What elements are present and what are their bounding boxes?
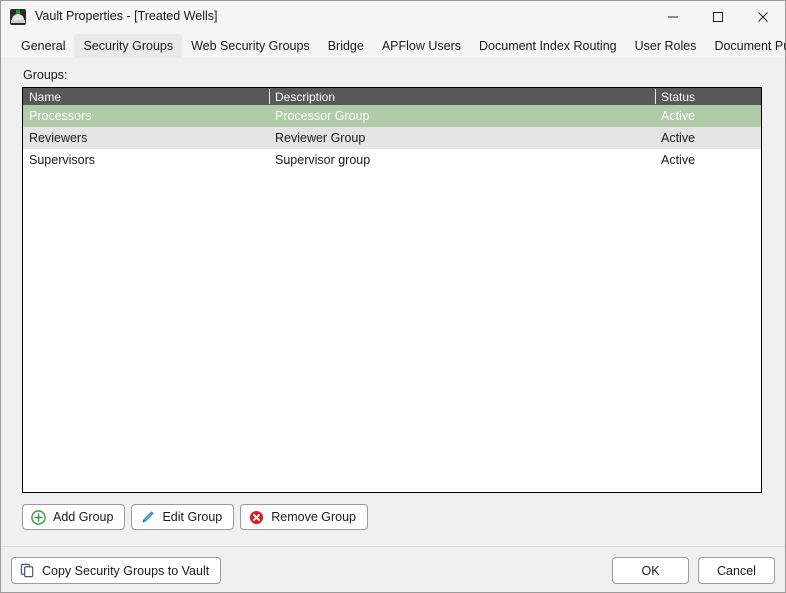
edit-group-button[interactable]: Edit Group [131, 504, 235, 530]
groups-label: Groups: [23, 68, 68, 82]
copy-button-label: Copy Security Groups to Vault [42, 563, 210, 578]
copy-security-groups-to-vault-button[interactable]: Copy Security Groups to Vault [11, 557, 222, 584]
cell-description: Supervisor group [275, 153, 371, 167]
cell-description: Processor Group [275, 109, 370, 123]
cell-status: Active [661, 109, 696, 123]
column-header-description[interactable]: Description [269, 88, 655, 105]
copy-pages-icon [20, 563, 35, 578]
dialog-buttons: OK Cancel [612, 557, 775, 584]
title-bar: Vault Properties - [Treated Wells] [1, 1, 785, 32]
maximize-icon[interactable] [695, 1, 740, 32]
ok-button[interactable]: OK [612, 557, 689, 584]
add-group-label: Add Group [53, 510, 114, 524]
dialog-footer: Copy Security Groups to Vault OK Cancel [1, 546, 785, 592]
circle-x-icon [249, 510, 264, 525]
vault-app-icon [10, 8, 26, 25]
window-title: Vault Properties - [Treated Wells] [35, 9, 218, 24]
cell-status: Active [661, 153, 696, 167]
tab-bridge[interactable]: Bridge [319, 34, 373, 58]
cancel-button[interactable]: Cancel [698, 557, 775, 584]
security-groups-panel: Groups: Name Description Status Processo… [1, 58, 785, 592]
pencil-icon [140, 510, 155, 525]
add-group-button[interactable]: Add Group [22, 504, 126, 530]
window-controls [650, 1, 785, 32]
tab-general[interactable]: General [12, 34, 74, 58]
table-row[interactable]: Supervisors Supervisor group Active [23, 149, 761, 171]
circle-plus-icon [31, 509, 46, 525]
close-icon[interactable] [740, 1, 785, 32]
remove-group-label: Remove Group [271, 510, 356, 524]
cell-name: Supervisors [29, 153, 95, 167]
column-header-status[interactable]: Status [655, 88, 761, 105]
cell-name: Processors [29, 109, 92, 123]
edit-group-label: Edit Group [162, 510, 223, 524]
tab-document-publishing[interactable]: Document Publishing [705, 34, 786, 58]
table-row[interactable]: Reviewers Reviewer Group Active [23, 127, 761, 149]
tab-web-security-groups[interactable]: Web Security Groups [182, 34, 319, 58]
column-header-name[interactable]: Name [23, 88, 269, 105]
minimize-icon[interactable] [650, 1, 695, 32]
groups-listview[interactable]: Name Description Status Processors Proce… [22, 87, 762, 493]
tab-apflow-users[interactable]: APFlow Users [373, 34, 470, 58]
listview-header: Name Description Status [23, 88, 761, 105]
vault-properties-window: Vault Properties - [Treated Wells] Gener… [0, 0, 786, 593]
tab-security-groups[interactable]: Security Groups [74, 34, 183, 58]
tab-user-roles[interactable]: User Roles [626, 34, 706, 58]
tab-document-index-routing[interactable]: Document Index Routing [470, 34, 626, 58]
remove-group-button[interactable]: Remove Group [240, 504, 368, 530]
table-row[interactable]: Processors Processor Group Active [23, 105, 761, 127]
group-actions-toolbar: Add Group Edit Group Remove Group [22, 504, 368, 530]
cell-description: Reviewer Group [275, 131, 366, 145]
tab-strip: General Security Groups Web Security Gro… [1, 32, 786, 58]
cell-status: Active [661, 131, 696, 145]
cell-name: Reviewers [29, 131, 88, 145]
